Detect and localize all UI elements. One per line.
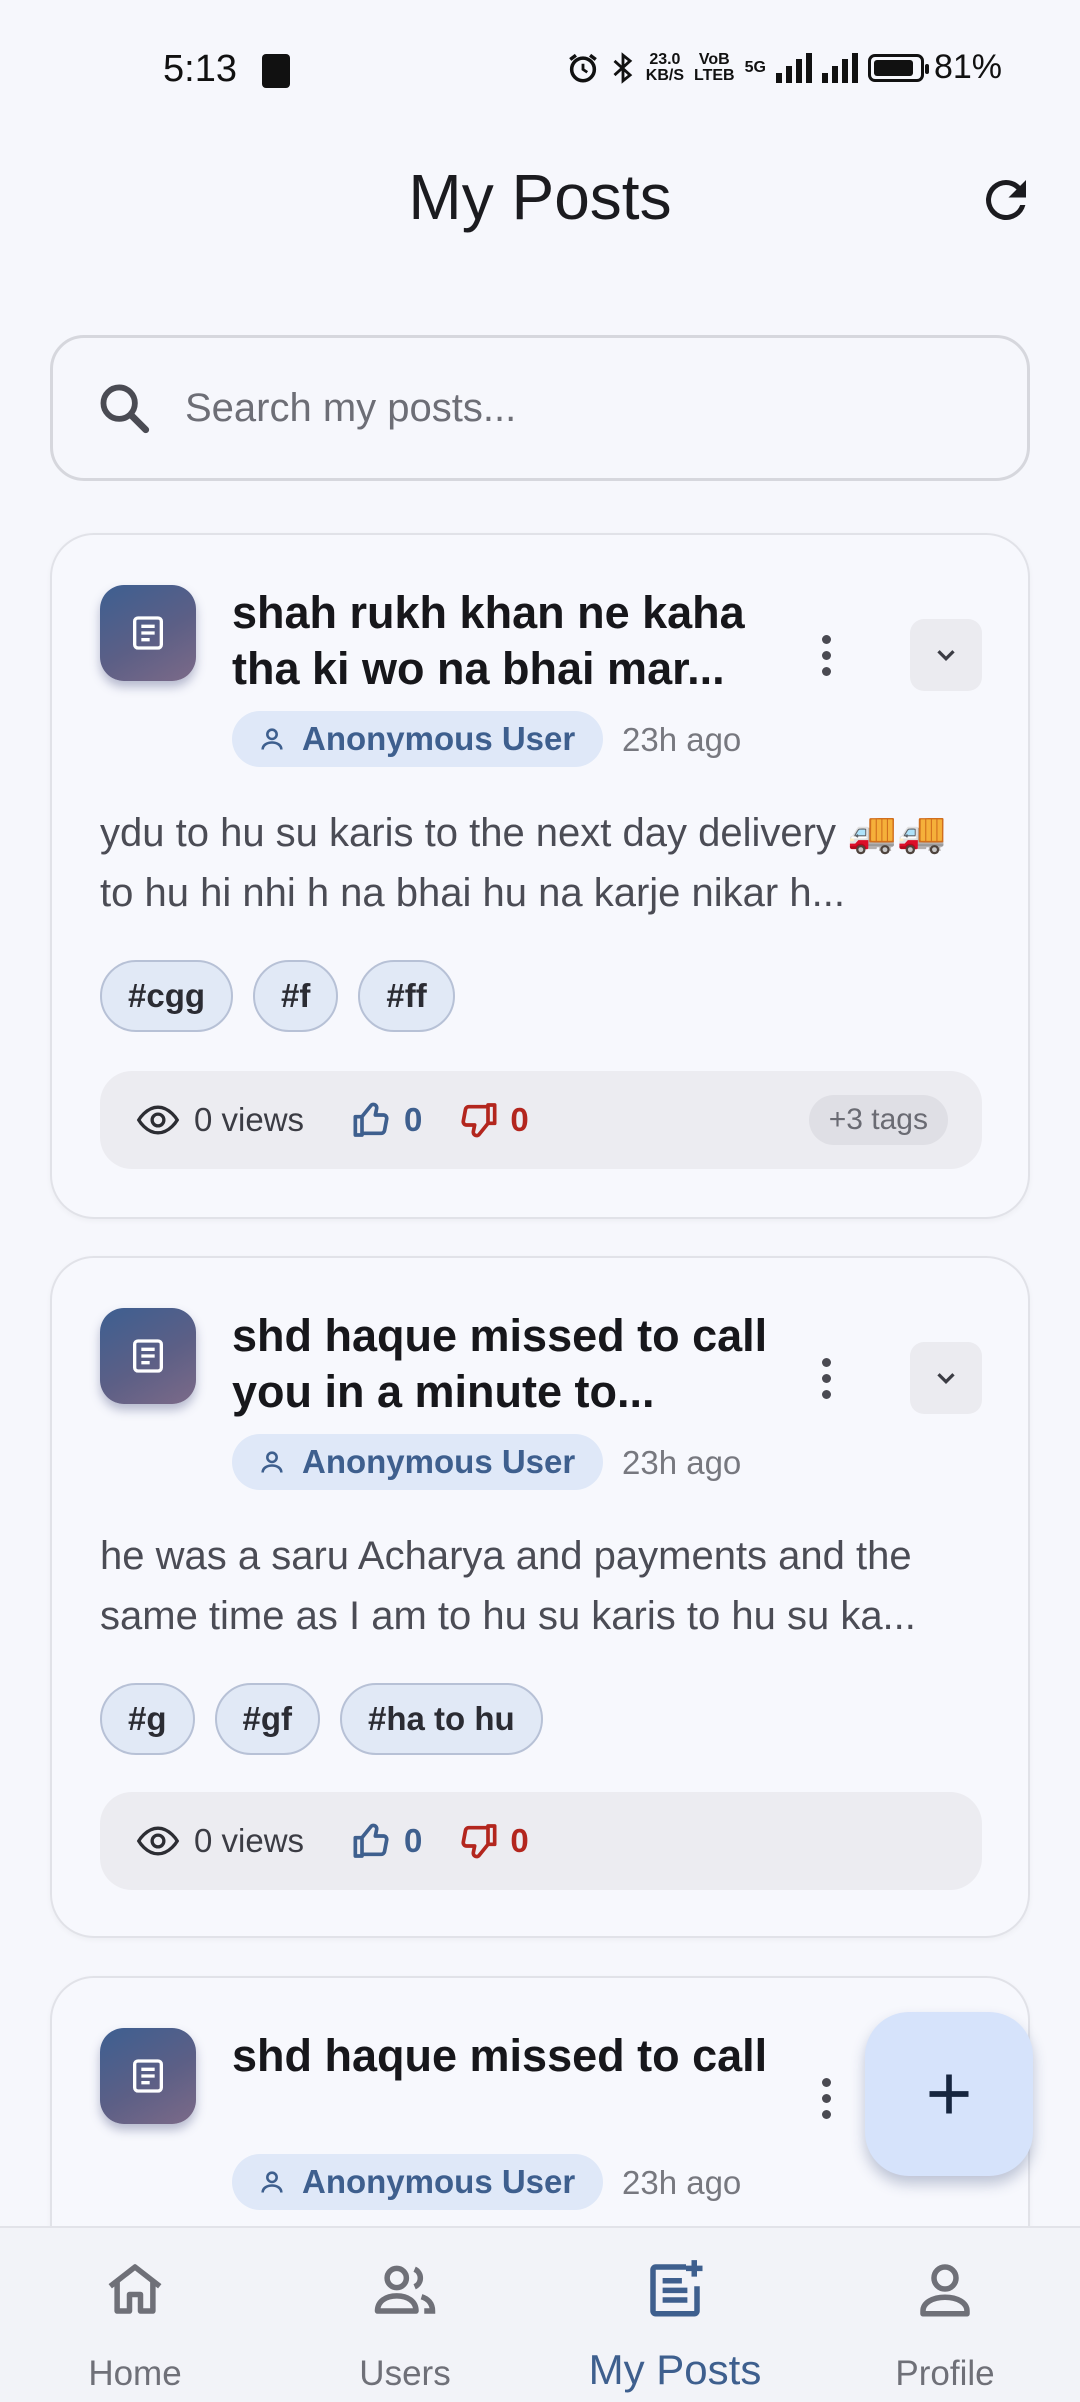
dislikes-count: 0 xyxy=(510,1822,529,1859)
bottom-navigation: Home Users My Posts Profile xyxy=(0,2226,1080,2402)
create-post-button[interactable] xyxy=(865,2012,1033,2176)
dislike-button[interactable]: 0 xyxy=(458,1821,529,1861)
views-stat: 0 views xyxy=(136,1819,304,1863)
eye-icon xyxy=(136,1826,180,1856)
status-time: 5:13 xyxy=(163,48,237,90)
network-type: 5G xyxy=(744,58,766,76)
post-add-icon xyxy=(650,2260,703,2317)
views-count: 0 views xyxy=(194,1822,305,1859)
nav-label: Users xyxy=(359,2354,451,2393)
author-name: Anonymous User xyxy=(302,1443,576,1480)
post-title[interactable]: shd haque missed to call xyxy=(232,2028,772,2084)
add-icon xyxy=(929,2074,969,2114)
person-icon xyxy=(261,2171,283,2193)
views-count: 0 views xyxy=(194,1101,305,1138)
nav-item-home[interactable]: Home xyxy=(0,2228,270,2402)
thumb-up-icon xyxy=(353,1102,389,1137)
author-name: Anonymous User xyxy=(302,720,576,757)
signal-icon-2 xyxy=(821,52,858,83)
nav-label: My Posts xyxy=(588,2346,762,2393)
signal-icon-1 xyxy=(775,52,812,83)
nav-item-users[interactable]: Users xyxy=(270,2228,540,2402)
post-time: 23h ago xyxy=(622,1444,742,1481)
battery-percent: 81% xyxy=(933,48,1002,86)
person-icon xyxy=(261,1451,283,1473)
post-time: 23h ago xyxy=(622,2164,742,2201)
network-speed: 23.0 KB/S xyxy=(645,50,684,84)
search-icon xyxy=(100,384,150,434)
volte-indicator: VoB LTEB xyxy=(694,50,735,84)
home-icon xyxy=(108,2264,162,2314)
author-chip: Anonymous User xyxy=(232,2154,604,2210)
person-icon xyxy=(261,728,283,750)
notification-phone-icon xyxy=(262,54,290,88)
article-icon xyxy=(133,2059,163,2093)
thumb-down-icon xyxy=(461,1824,497,1859)
article-icon xyxy=(133,1339,163,1373)
battery-icon xyxy=(867,53,929,82)
alarm-icon xyxy=(568,53,597,83)
tag-chip[interactable]: #f xyxy=(253,960,339,1032)
post-card[interactable]: shd haque missed to call you in a minute… xyxy=(50,1256,1030,1938)
expand-button[interactable] xyxy=(910,619,982,691)
eye-icon xyxy=(136,1105,180,1135)
tag-chip[interactable]: #gf xyxy=(214,1683,321,1755)
post-title[interactable]: shah rukh khan ne kaha tha ki wo na bhai… xyxy=(232,585,772,697)
author-name: Anonymous User xyxy=(302,2163,576,2200)
post-time: 23h ago xyxy=(622,721,742,758)
nav-label: Profile xyxy=(895,2354,995,2393)
article-icon xyxy=(133,616,163,650)
chevron-down-icon xyxy=(937,650,955,662)
status-bar: 5:13 23.0 KB/S VoB LTEB 5G 81% xyxy=(0,0,1080,130)
nav-label: Home xyxy=(88,2354,182,2393)
dislike-button[interactable]: 0 xyxy=(458,1100,529,1140)
tag-chip[interactable]: #ha to hu xyxy=(340,1683,543,1755)
more-tags-badge: +3 tags xyxy=(808,1095,948,1145)
post-body: ydu to hu su karis to the next day deliv… xyxy=(100,811,947,915)
search-bar[interactable] xyxy=(50,335,1030,481)
post-thumbnail xyxy=(100,2028,196,2124)
tag-list: #g #gf #ha to hu xyxy=(100,1683,543,1755)
thumb-down-icon xyxy=(461,1103,497,1138)
search-input[interactable] xyxy=(183,384,947,432)
likes-count: 0 xyxy=(404,1822,423,1859)
tag-chip[interactable]: #g xyxy=(100,1683,195,1755)
author-chip: Anonymous User xyxy=(232,711,604,767)
nav-item-profile[interactable]: Profile xyxy=(810,2228,1080,2402)
dislikes-count: 0 xyxy=(510,1101,529,1138)
nav-item-my-posts[interactable]: My Posts xyxy=(540,2228,810,2402)
refresh-icon[interactable] xyxy=(976,170,1036,230)
author-chip: Anonymous User xyxy=(232,1434,604,1490)
post-thumbnail xyxy=(100,1308,196,1404)
tag-chip[interactable]: #cgg xyxy=(100,960,234,1032)
bluetooth-icon xyxy=(613,51,633,84)
thumb-up-icon xyxy=(353,1823,389,1858)
like-button[interactable]: 0 xyxy=(352,1100,422,1140)
tag-list: #cgg #f #ff xyxy=(100,960,455,1032)
post-stats: 0 views 0 0 +3 tags xyxy=(100,1071,982,1169)
views-stat: 0 views xyxy=(136,1098,304,1142)
more-options-icon[interactable] xyxy=(814,2068,838,2128)
person-icon xyxy=(920,2264,970,2317)
like-button[interactable]: 0 xyxy=(352,1821,422,1861)
more-options-icon[interactable] xyxy=(814,1348,838,1408)
expand-button[interactable] xyxy=(910,1342,982,1414)
likes-count: 0 xyxy=(404,1101,423,1138)
tag-chip[interactable]: #ff xyxy=(358,960,455,1032)
users-icon xyxy=(374,2265,436,2314)
post-card[interactable]: shah rukh khan ne kaha tha ki wo na bhai… xyxy=(50,533,1030,1219)
post-thumbnail xyxy=(100,585,196,681)
post-stats: 0 views 0 0 xyxy=(100,1792,982,1890)
page-title: My Posts xyxy=(408,161,672,233)
post-title[interactable]: shd haque missed to call you in a minute… xyxy=(232,1308,772,1420)
more-options-icon[interactable] xyxy=(814,625,838,685)
chevron-down-icon xyxy=(937,1373,955,1385)
status-icons: 23.0 KB/S VoB LTEB 5G 81% xyxy=(566,48,1002,87)
post-body: he was a saru Acharya and payments and t… xyxy=(100,1534,916,1638)
